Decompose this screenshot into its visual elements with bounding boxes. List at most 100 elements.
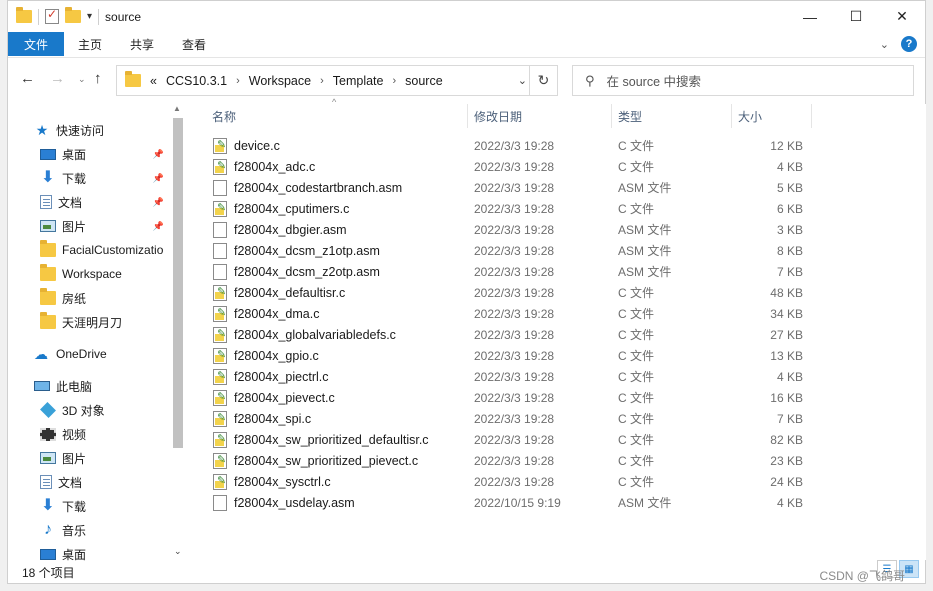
sidebar-item[interactable]: 图片 📌 [8,214,168,238]
file-row[interactable]: f28004x_pievect.c 2022/3/3 19:28 C 文件 16 KB [186,387,806,408]
file-row[interactable]: f28004x_cputimers.c 2022/3/3 19:28 C 文件 6 K… [186,198,806,219]
breadcrumb-template[interactable]: Template [333,74,384,88]
file-row[interactable]: device.c 2022/3/3 19:28 C 文件 12 KB [186,135,806,156]
pin-icon: 📌 [152,172,164,183]
tab-view[interactable]: 查看 [168,32,220,56]
refresh-icon[interactable]: ↻ [529,66,557,95]
file-row[interactable]: f28004x_adc.c 2022/3/3 19:28 C 文件 4 KB [186,156,806,177]
sidebar-item-label: FacialCustomizatio [62,243,164,257]
forward-arrow-icon[interactable]: → [50,70,65,87]
close-button[interactable]: ✕ [879,1,925,32]
back-arrow-icon[interactable]: ← [20,70,35,87]
properties-icon[interactable] [45,7,59,24]
sidebar-item[interactable]: 桌面 📌 [8,142,168,166]
music-icon: ♪ [44,521,52,538]
file-row[interactable]: f28004x_sw_prioritized_pievect.c 2022/3/3… [186,450,806,471]
asm-file-icon [213,180,227,196]
sidebar-item-label: 桌面 [62,547,87,562]
column-headers: ^ 名称 修改日期 类型 大小 [186,97,926,128]
breadcrumb-separator-icon[interactable]: › [392,75,396,87]
tab-share[interactable]: 共享 [116,32,168,56]
sidebar-item-label: 此电脑 [56,379,93,394]
file-row[interactable]: f28004x_sw_prioritized_defaultisr.c 2022/… [186,429,806,450]
help-icon[interactable]: ? [901,36,917,52]
scroll-up-icon[interactable]: ▲ [173,104,181,113]
file-row[interactable]: f28004x_codestartbranch.asm 2022/3/3 19:2… [186,177,806,198]
sidebar-item[interactable]: 文档 📌 [8,190,168,214]
file-size: 4 KB [776,369,803,384]
breadcrumb-ccs[interactable]: CCS10.3.1 [166,74,227,88]
folder-icon [40,240,56,257]
sidebar-item-label: 3D 对象 [62,403,105,418]
file-size: 24 KB [770,474,803,489]
navigation-pane-scrollbar[interactable]: ▲ ⌄ [170,104,186,560]
file-row[interactable]: f28004x_defaultisr.c 2022/3/3 19:28 C 文件 48… [186,282,806,303]
sidebar-item[interactable]: 天涯明月刀 [8,310,168,334]
new-folder-icon[interactable] [65,7,81,23]
minimize-button[interactable]: — [787,1,833,32]
tab-home[interactable]: 主页 [64,32,116,56]
file-size: 12 KB [770,138,803,153]
up-arrow-icon[interactable]: ↑ [94,70,102,87]
sidebar-item[interactable]: 图片 [8,446,168,470]
file-row[interactable]: f28004x_spi.c 2022/3/3 19:28 C 文件 7 KB [186,408,806,429]
sidebar-item[interactable]: ⬇ 下载 📌 [8,166,168,190]
file-size: 4 KB [776,159,803,174]
search-input[interactable]: 在 source 中搜索 [607,71,701,90]
breadcrumb-separator-icon[interactable]: › [320,75,324,87]
breadcrumb-separator-icon[interactable]: › [236,75,240,87]
sidebar-item-label: 文档 [58,475,83,490]
file-date: 2022/3/3 19:28 [474,390,555,405]
column-header-date[interactable]: 修改日期 [468,104,612,128]
sidebar-item-label: 天涯明月刀 [62,315,123,330]
sidebar-item[interactable]: 3D 对象 [8,398,168,422]
recent-locations-dropdown-icon[interactable]: ⌄ [78,74,86,85]
file-row[interactable]: f28004x_dma.c 2022/3/3 19:28 C 文件 34 KB [186,303,806,324]
column-header-name[interactable]: 名称 [206,104,468,128]
column-header-type[interactable]: 类型 [612,104,732,128]
sidebar-item[interactable]: 文档 [8,470,168,494]
sidebar-item[interactable]: 房纸 [8,286,168,310]
sidebar-item[interactable]: ☁ OneDrive [8,342,168,366]
sidebar-item[interactable]: FacialCustomizatio [8,238,168,262]
file-row[interactable]: f28004x_dcsm_z2otp.asm 2022/3/3 19:28 ASM … [186,261,806,282]
asm-file-icon [213,495,227,511]
column-header-size[interactable]: 大小 [732,104,812,128]
file-date: 2022/3/3 19:28 [474,369,555,384]
breadcrumb-workspace[interactable]: Workspace [249,74,311,88]
maximize-button[interactable]: ☐ [833,1,879,32]
file-row[interactable]: f28004x_piectrl.c 2022/3/3 19:28 C 文件 4 KB [186,366,806,387]
scrollbar-thumb[interactable] [173,118,183,448]
file-row[interactable]: f28004x_dbgier.asm 2022/3/3 19:28 ASM 文件 3 … [186,219,806,240]
sidebar-item[interactable]: 桌面 [8,542,168,566]
c-source-file-icon [213,138,227,154]
search-box[interactable]: ⚲ 在 source 中搜索 [572,65,914,96]
asm-file-icon [213,264,227,280]
sidebar-item[interactable]: ♪ 音乐 [8,518,168,542]
address-history-dropdown-icon[interactable]: ⌄ [518,74,527,87]
file-size: 4 KB [776,495,803,510]
expand-ribbon-chevron-icon[interactable]: ⌄ [880,38,889,51]
file-row[interactable]: f28004x_usdelay.asm 2022/10/15 9:19 ASM 文件… [186,492,806,513]
file-date: 2022/3/3 19:28 [474,348,555,363]
file-row[interactable]: f28004x_gpio.c 2022/3/3 19:28 C 文件 13 KB [186,345,806,366]
file-row[interactable]: f28004x_globalvariabledefs.c 2022/3/3 19:… [186,324,806,345]
sidebar-item[interactable]: Workspace [8,262,168,286]
sidebar-item[interactable]: 此电脑 [8,374,168,398]
sidebar-item[interactable]: ★ 快速访问 [8,118,168,142]
customize-toolbar-dropdown-icon[interactable]: ▾ [87,11,92,22]
sidebar-item[interactable]: ⬇ 下载 [8,494,168,518]
sidebar-item-label: 图片 [62,451,87,466]
file-type: ASM 文件 [618,496,672,510]
file-type: C 文件 [618,160,655,174]
file-name: f28004x_dcsm_z1otp.asm [234,243,380,258]
sidebar-item[interactable]: 视频 [8,422,168,446]
scroll-down-icon[interactable]: ⌄ [174,546,182,557]
breadcrumb-source[interactable]: source [405,74,443,88]
address-bar[interactable]: « CCS10.3.1 › Workspace › Template › sou… [116,65,558,96]
breadcrumb-overflow[interactable]: « [150,74,157,88]
tab-file[interactable]: 文件 [8,32,65,56]
file-row[interactable]: f28004x_dcsm_z1otp.asm 2022/3/3 19:28 ASM … [186,240,806,261]
asm-file-icon [213,222,227,238]
file-row[interactable]: f28004x_sysctrl.c 2022/3/3 19:28 C 文件 24 KB [186,471,806,492]
